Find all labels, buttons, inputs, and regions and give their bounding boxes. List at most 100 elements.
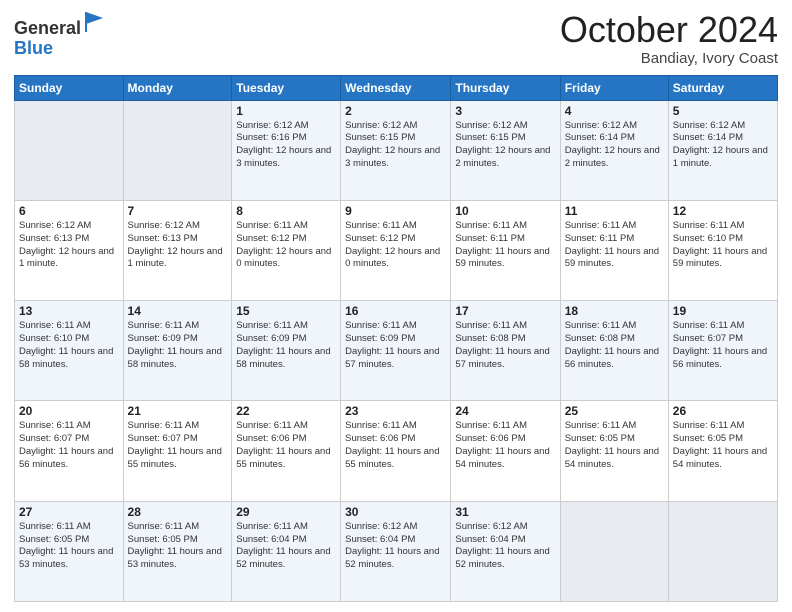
day-number: 24 [455,404,555,418]
day-number: 2 [345,104,446,118]
cell-details: Sunrise: 6:12 AM Sunset: 6:16 PM Dayligh… [236,120,336,171]
calendar-cell: 9Sunrise: 6:11 AM Sunset: 6:12 PM Daylig… [341,200,451,300]
cell-details: Sunrise: 6:11 AM Sunset: 6:06 PM Dayligh… [236,420,336,471]
calendar-cell: 18Sunrise: 6:11 AM Sunset: 6:08 PM Dayli… [560,301,668,401]
day-number: 29 [236,505,336,519]
cell-details: Sunrise: 6:12 AM Sunset: 6:15 PM Dayligh… [455,120,555,171]
day-number: 17 [455,304,555,318]
cell-details: Sunrise: 6:11 AM Sunset: 6:09 PM Dayligh… [236,320,336,371]
day-number: 28 [128,505,228,519]
col-header-tuesday: Tuesday [232,75,341,100]
cell-details: Sunrise: 6:11 AM Sunset: 6:07 PM Dayligh… [673,320,773,371]
cell-details: Sunrise: 6:11 AM Sunset: 6:04 PM Dayligh… [236,521,336,572]
calendar-cell: 26 Sunrise: 6:11 AM Sunset: 6:05 PM Dayli… [668,401,777,501]
col-header-friday: Friday [560,75,668,100]
cell-details: Sunrise: 6:12 AM Sunset: 6:04 PM Dayligh… [455,521,555,572]
day-number: 3 [455,104,555,118]
calendar-cell: 20 Sunrise: 6:11 AM Sunset: 6:07 PM Dayli… [15,401,124,501]
day-number: 5 [673,104,773,118]
cell-details: Sunrise: 6:11 AM Sunset: 6:06 PM Dayligh… [345,420,446,471]
col-header-thursday: Thursday [451,75,560,100]
cell-details: Sunrise: 6:12 AM Sunset: 6:13 PM Dayligh… [19,220,119,271]
day-number: 15 [236,304,336,318]
month-title: October 2024 [560,10,778,50]
day-number: 20 [19,404,119,418]
cell-details: Sunrise: 6:12 AM Sunset: 6:14 PM Dayligh… [565,120,664,171]
cell-details: Sunrise: 6:11 AM Sunset: 6:05 PM Dayligh… [673,420,773,471]
calendar-row: 1 Sunrise: 6:12 AM Sunset: 6:16 PM Daylig… [15,100,778,200]
calendar-row: 13Sunrise: 6:11 AM Sunset: 6:10 PM Dayli… [15,301,778,401]
day-number: 22 [236,404,336,418]
cell-details: Sunrise: 6:11 AM Sunset: 6:05 PM Dayligh… [565,420,664,471]
day-number: 31 [455,505,555,519]
logo: General Blue [14,10,107,59]
col-header-sunday: Sunday [15,75,124,100]
day-number: 30 [345,505,446,519]
cell-details: Sunrise: 6:11 AM Sunset: 6:07 PM Dayligh… [19,420,119,471]
calendar-cell [15,100,124,200]
calendar-cell: 25Sunrise: 6:11 AM Sunset: 6:05 PM Dayli… [560,401,668,501]
day-number: 9 [345,204,446,218]
day-number: 27 [19,505,119,519]
calendar-cell: 31 Sunrise: 6:12 AM Sunset: 6:04 PM Dayli… [451,501,560,601]
col-header-saturday: Saturday [668,75,777,100]
calendar-cell: 7 Sunrise: 6:12 AM Sunset: 6:13 PM Daylig… [123,200,232,300]
calendar-cell: 30Sunrise: 6:12 AM Sunset: 6:04 PM Dayli… [341,501,451,601]
calendar-cell: 29 Sunrise: 6:11 AM Sunset: 6:04 PM Dayli… [232,501,341,601]
logo-general: General [14,18,81,38]
day-number: 8 [236,204,336,218]
calendar-cell: 13Sunrise: 6:11 AM Sunset: 6:10 PM Dayli… [15,301,124,401]
day-number: 23 [345,404,446,418]
day-number: 19 [673,304,773,318]
logo-blue: Blue [14,38,53,58]
location-subtitle: Bandiay, Ivory Coast [560,50,778,67]
calendar-cell: 27Sunrise: 6:11 AM Sunset: 6:05 PM Dayli… [15,501,124,601]
day-number: 11 [565,204,664,218]
calendar-cell: 16 Sunrise: 6:11 AM Sunset: 6:09 PM Dayli… [341,301,451,401]
logo-blue-text: Blue [14,39,107,59]
page: General Blue October 2024 Bandiay, Ivory… [0,0,792,612]
cell-details: Sunrise: 6:11 AM Sunset: 6:11 PM Dayligh… [455,220,555,271]
col-header-wednesday: Wednesday [341,75,451,100]
day-number: 26 [673,404,773,418]
calendar-cell: 2Sunrise: 6:12 AM Sunset: 6:15 PM Daylig… [341,100,451,200]
day-number: 21 [128,404,228,418]
day-number: 16 [345,304,446,318]
day-number: 18 [565,304,664,318]
cell-details: Sunrise: 6:12 AM Sunset: 6:14 PM Dayligh… [673,120,773,171]
day-number: 14 [128,304,228,318]
cell-details: Sunrise: 6:11 AM Sunset: 6:08 PM Dayligh… [455,320,555,371]
col-header-monday: Monday [123,75,232,100]
day-number: 7 [128,204,228,218]
cell-details: Sunrise: 6:11 AM Sunset: 6:07 PM Dayligh… [128,420,228,471]
calendar-cell: 5 Sunrise: 6:12 AM Sunset: 6:14 PM Daylig… [668,100,777,200]
calendar-cell: 12Sunrise: 6:11 AM Sunset: 6:10 PM Dayli… [668,200,777,300]
calendar-row: 27 Sunrise: 6:11 AM Sunset: 6:05 PM Dayli… [15,501,778,601]
day-number: 10 [455,204,555,218]
calendar-cell [668,501,777,601]
day-number: 4 [565,104,664,118]
day-number: 12 [673,204,773,218]
calendar-cell: 19 Sunrise: 6:11 AM Sunset: 6:07 PM Dayli… [668,301,777,401]
cell-details: Sunrise: 6:12 AM Sunset: 6:13 PM Dayligh… [128,220,228,271]
calendar-cell: 28 Sunrise: 6:11 AM Sunset: 6:05 PM Dayli… [123,501,232,601]
day-number: 13 [19,304,119,318]
cell-details: Sunrise: 6:11 AM Sunset: 6:09 PM Dayligh… [128,320,228,371]
cell-details: Sunrise: 6:11 AM Sunset: 6:09 PM Dayligh… [345,320,446,371]
logo-flag-icon [83,10,107,34]
calendar-cell [560,501,668,601]
day-number: 1 [236,104,336,118]
calendar-cell [123,100,232,200]
calendar-cell: 23 Sunrise: 6:11 AM Sunset: 6:06 PM Dayli… [341,401,451,501]
calendar-cell: 8Sunrise: 6:11 AM Sunset: 6:12 PM Daylig… [232,200,341,300]
calendar-cell: 24 Sunrise: 6:11 AM Sunset: 6:06 PM Dayli… [451,401,560,501]
title-area: October 2024 Bandiay, Ivory Coast [560,10,778,67]
calendar-table: SundayMondayTuesdayWednesdayThursdayFrid… [14,75,778,602]
calendar-cell: 11Sunrise: 6:11 AM Sunset: 6:11 PM Dayli… [560,200,668,300]
calendar-cell: 17 Sunrise: 6:11 AM Sunset: 6:08 PM Dayli… [451,301,560,401]
calendar-row: 20 Sunrise: 6:11 AM Sunset: 6:07 PM Dayli… [15,401,778,501]
cell-details: Sunrise: 6:11 AM Sunset: 6:05 PM Dayligh… [128,521,228,572]
cell-details: Sunrise: 6:11 AM Sunset: 6:06 PM Dayligh… [455,420,555,471]
calendar-row: 6Sunrise: 6:12 AM Sunset: 6:13 PM Daylig… [15,200,778,300]
calendar-cell: 22 Sunrise: 6:11 AM Sunset: 6:06 PM Dayli… [232,401,341,501]
